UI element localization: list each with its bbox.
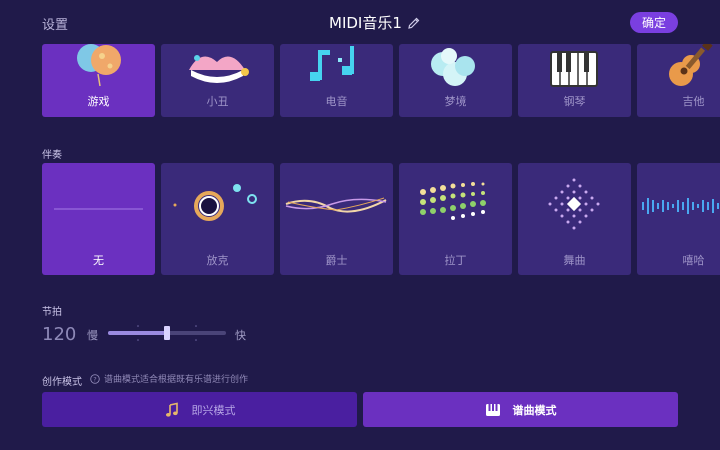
accompaniment-label: 爵士	[325, 254, 348, 267]
instrument-label: 吉他	[682, 95, 705, 108]
tempo-section-label: 节拍	[42, 307, 62, 318]
title-area[interactable]: MIDI音乐1	[329, 12, 421, 33]
accompaniment-label: 嘻哈	[682, 254, 705, 267]
slow-label: 慢	[87, 329, 98, 342]
instrument-card-clown[interactable]: 小丑	[161, 44, 274, 117]
mode-hint: ? 谱曲模式适合根据既有乐谱进行创作	[90, 372, 248, 385]
svg-text:?: ?	[93, 375, 96, 383]
fast-label: 快	[235, 329, 246, 342]
accompaniment-card-none[interactable]: 无	[42, 163, 155, 275]
page-title: MIDI音乐1	[329, 14, 402, 32]
instrument-card-game[interactable]: 游戏	[42, 44, 155, 117]
jester-hat-icon	[189, 55, 249, 83]
creation-mode-section-label: 创作模式	[42, 377, 82, 388]
instrument-label: 小丑	[206, 95, 229, 108]
accompaniment-card-latin[interactable]: 拉丁	[399, 163, 512, 275]
latin-dots-icon	[420, 182, 486, 220]
funk-ring-icon	[173, 184, 257, 221]
instrument-card-dream[interactable]: 梦境	[399, 44, 512, 117]
mode-hint-text: 谱曲模式适合根据既有乐谱进行创作	[104, 375, 249, 385]
instrument-card-electronic[interactable]: 电音	[280, 44, 393, 117]
instrument-label: 电音	[325, 95, 348, 108]
accompaniment-card-funk[interactable]: 放克	[161, 163, 274, 275]
instrument-list: 游戏 小丑 电音 梦境 钢琴 吉他	[42, 44, 720, 117]
cloud-icon	[431, 48, 475, 86]
piano-icon	[485, 403, 500, 416]
score-mode-button[interactable]: 谱曲模式	[363, 392, 678, 427]
flat-line-icon	[54, 208, 143, 210]
accompaniment-card-dance[interactable]: 舞曲	[518, 163, 631, 275]
dance-diamond-icon	[548, 178, 600, 230]
piano-keys-icon	[550, 51, 598, 87]
settings-link[interactable]: 设置	[42, 14, 68, 33]
tempo-slider[interactable]	[108, 322, 226, 344]
accompaniment-label: 拉丁	[444, 254, 467, 267]
instrument-label: 钢琴	[563, 95, 586, 108]
bpm-value: 120	[42, 324, 77, 345]
freestyle-mode-label: 即兴模式	[191, 403, 236, 417]
music-notes-icon	[310, 46, 354, 81]
score-mode-label: 谱曲模式	[512, 403, 557, 417]
top-bar: 设置 MIDI音乐1 确定	[0, 0, 720, 44]
instrument-label: 游戏	[87, 95, 110, 108]
accompaniment-label: 舞曲	[563, 254, 586, 267]
accompaniment-list: 无 放克 爵士 拉丁 舞曲 嘻哈	[42, 163, 720, 275]
guitar-icon	[669, 44, 713, 86]
hiphop-soundwave-icon	[642, 198, 719, 214]
tempo-slider-thumb	[164, 326, 170, 340]
instrument-card-piano[interactable]: 钢琴	[518, 44, 631, 117]
accompaniment-label: 放克	[206, 254, 229, 267]
freestyle-mode-button[interactable]: 即兴模式	[42, 392, 357, 427]
balloon-icon	[77, 44, 121, 87]
pencil-edit-icon[interactable]	[407, 16, 421, 30]
accompaniment-label: 无	[93, 254, 104, 267]
accompaniment-section-label: 伴奏	[42, 150, 62, 161]
confirm-button[interactable]: 确定	[630, 12, 678, 33]
accompaniment-card-hiphop[interactable]: 嘻哈	[637, 163, 720, 275]
instrument-label: 梦境	[444, 95, 467, 108]
instrument-card-guitar[interactable]: 吉他	[637, 44, 720, 117]
accompaniment-card-jazz[interactable]: 爵士	[280, 163, 393, 275]
help-circle-icon[interactable]: ?	[90, 373, 100, 384]
jazz-wave-icon	[285, 197, 387, 213]
music-note-icon	[165, 402, 178, 417]
